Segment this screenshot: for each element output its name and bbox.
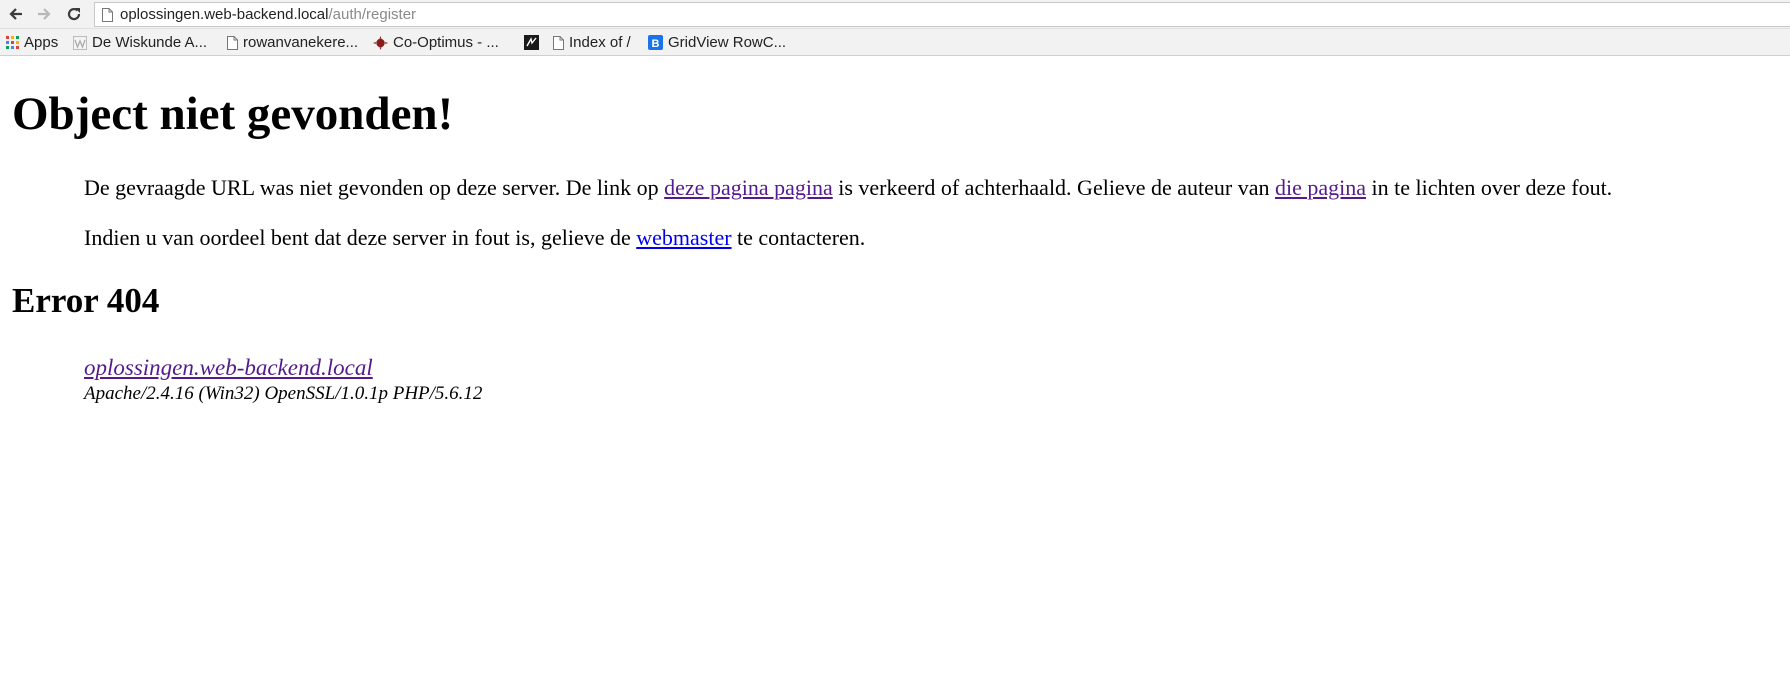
server-address: oplossingen.web-backend.local Apache/2.4…	[84, 354, 482, 406]
page-icon	[102, 8, 113, 22]
bookmark-label: GridView RowC...	[668, 34, 787, 51]
back-arrow-icon	[9, 8, 22, 20]
message-text: in te lichten over deze fout.	[1366, 175, 1613, 200]
bookmark-label: De Wiskunde A...	[92, 34, 208, 51]
page-icon	[553, 35, 564, 50]
apps-grid-icon	[6, 36, 19, 49]
bookmark-label: Co-Optimus - ...	[393, 34, 499, 51]
blogger-b-icon: B	[648, 35, 663, 50]
bookmark-index-of[interactable]: Index of /	[553, 29, 631, 56]
message-text: te contacteren.	[731, 225, 866, 250]
bookmark-apps[interactable]: Apps	[6, 29, 58, 56]
reload-button[interactable]	[63, 3, 85, 25]
dark-site-icon	[524, 35, 539, 50]
url-text[interactable]: oplossingen.web-backend.local/auth/regis…	[120, 3, 416, 26]
server-signature: Apache/2.4.16 (Win32) OpenSSL/1.0.1p PHP…	[84, 383, 483, 404]
message-text: is verkeerd of achterhaald. Gelieve de a…	[832, 175, 1275, 200]
error-code-heading: Error 404	[12, 281, 160, 320]
message-text: Indien u van oordeel bent dat deze serve…	[84, 225, 637, 250]
message-text: De gevraagde URL was niet gevonden op de…	[84, 175, 665, 200]
page-content: Object niet gevonden! De gevraagde URL w…	[0, 57, 1790, 691]
browser-toolbar: oplossingen.web-backend.local/auth/regis…	[0, 0, 1790, 29]
referring-page-link[interactable]: deze pagina pagina	[664, 175, 833, 200]
bookmark-co-optimus[interactable]: Co-Optimus - ...	[373, 29, 499, 56]
server-host-link[interactable]: oplossingen.web-backend.local	[84, 354, 482, 382]
url-host: oplossingen.web-backend.local	[120, 6, 329, 23]
bookmark-label: Apps	[24, 34, 59, 51]
error-message-paragraph: De gevraagde URL was niet gevonden op de…	[84, 175, 1612, 201]
reload-icon	[67, 7, 81, 21]
address-bar[interactable]: oplossingen.web-backend.local/auth/regis…	[94, 2, 1790, 27]
wiskunde-site-icon	[73, 35, 87, 50]
author-page-link[interactable]: die pagina	[1275, 175, 1366, 200]
bookmark-rowanvanekere[interactable]: rowanvanekere...	[227, 29, 358, 56]
webmaster-link[interactable]: webmaster	[636, 225, 731, 250]
webmaster-paragraph: Indien u van oordeel bent dat deze serve…	[84, 225, 865, 251]
forward-button[interactable]	[33, 3, 55, 25]
forward-arrow-icon	[38, 8, 51, 20]
bookmark-gridview[interactable]: B GridView RowC...	[648, 29, 786, 56]
svg-text:B: B	[652, 38, 660, 50]
bookmark-dark-site[interactable]	[524, 29, 544, 56]
bookmarks-bar: Apps De Wiskunde A... rowanvanekere... C…	[0, 29, 1790, 56]
co-optimus-icon	[373, 35, 388, 50]
bookmark-wiskunde[interactable]: De Wiskunde A...	[73, 29, 207, 56]
bookmark-label: Index of /	[569, 34, 631, 51]
back-button[interactable]	[5, 3, 27, 25]
bookmark-label: rowanvanekere...	[243, 34, 359, 51]
page-icon	[227, 35, 238, 50]
page-title: Object niet gevonden!	[12, 88, 454, 140]
url-path: /auth/register	[328, 6, 417, 23]
